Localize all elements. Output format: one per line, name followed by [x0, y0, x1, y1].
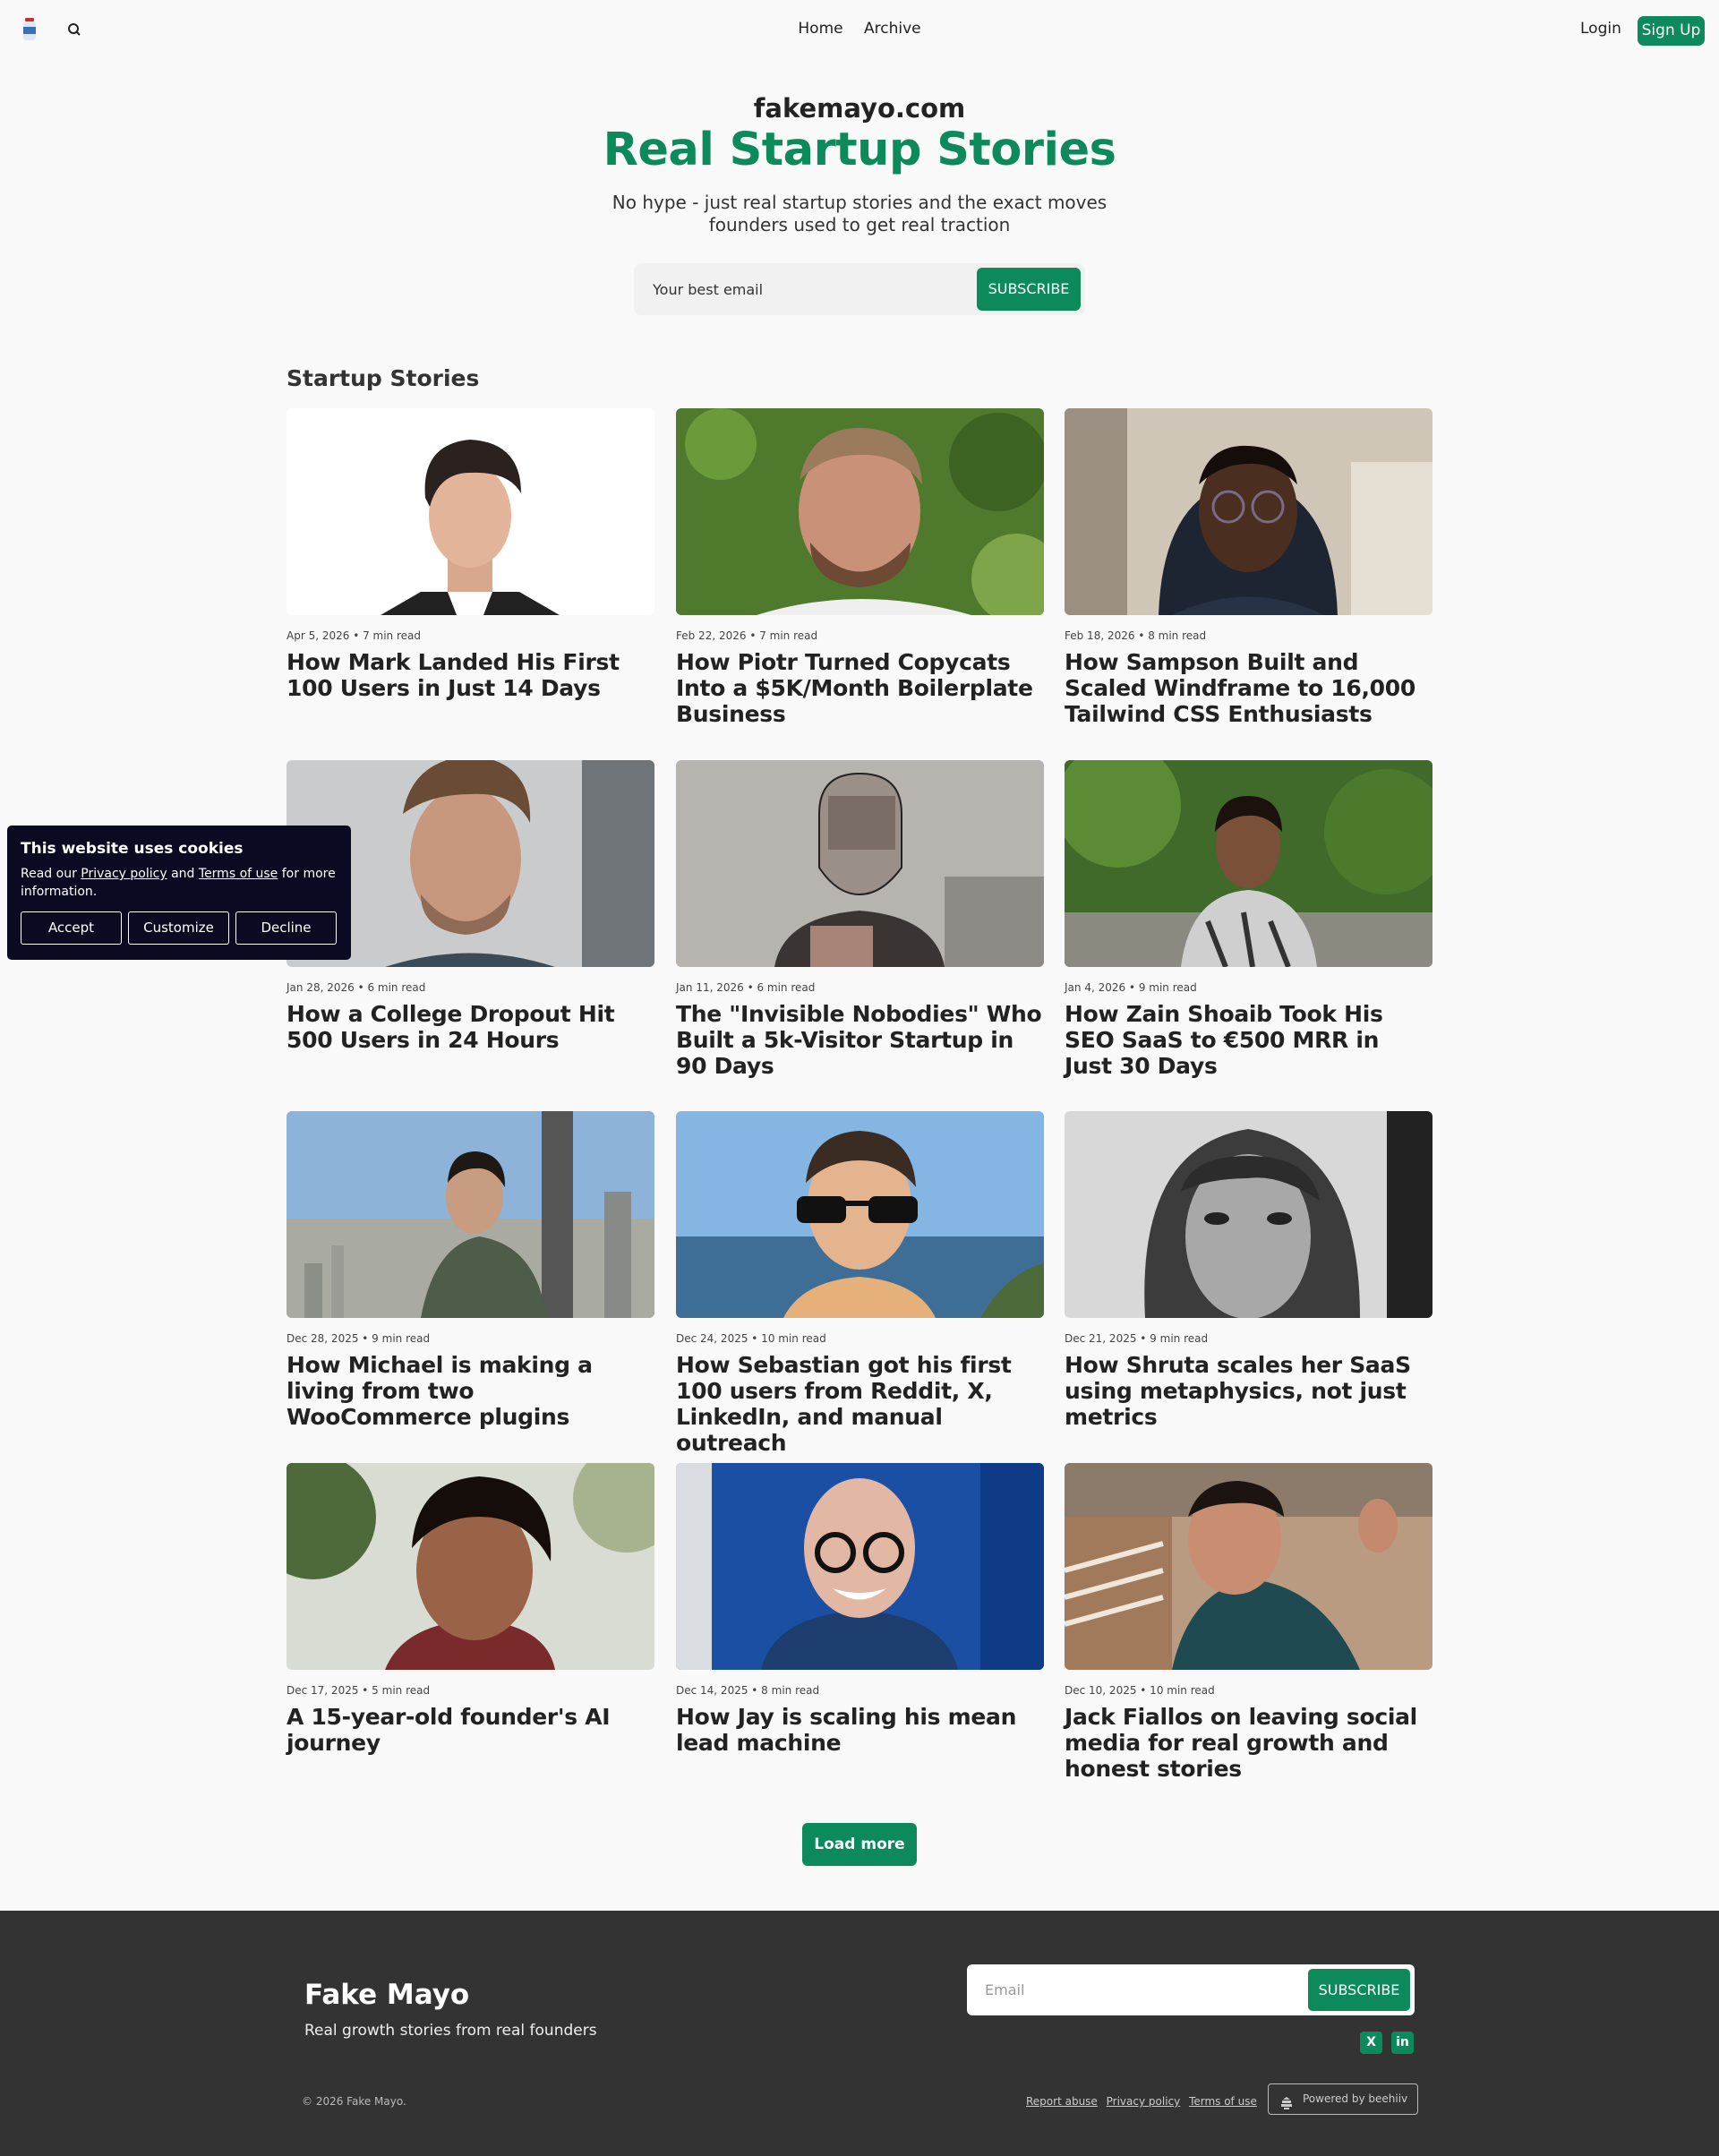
cookie-text-before: Read our — [21, 867, 81, 881]
post-title[interactable]: How Jay is scaling his mean lead machine — [676, 1704, 1044, 1756]
post-meta: Dec 14, 2025 • 8 min read — [676, 1684, 820, 1697]
nav-home-link[interactable]: Home — [798, 20, 842, 38]
post-meta: Jan 4, 2026 • 9 min read — [1065, 981, 1197, 994]
post-meta: Jan 28, 2026 • 6 min read — [286, 981, 426, 994]
load-more-button[interactable]: Load more — [802, 1823, 917, 1866]
post-card[interactable]: Feb 22, 2026 • 7 min read How Piotr Turn… — [676, 408, 1044, 727]
post-thumbnail[interactable] — [676, 1111, 1044, 1318]
footer-copyright: © 2026 Fake Mayo. — [302, 2095, 406, 2108]
cookie-privacy-link[interactable]: Privacy policy — [81, 867, 167, 881]
post-card[interactable]: Jan 11, 2026 • 6 min read The "Invisible… — [676, 760, 1044, 1079]
post-card[interactable]: Dec 28, 2025 • 9 min read How Michael is… — [286, 1111, 654, 1430]
report-abuse-link[interactable]: Report abuse — [1026, 2095, 1098, 2108]
cookie-decline-button[interactable]: Decline — [235, 911, 337, 945]
post-title[interactable]: How a College Dropout Hit 500 Users in 2… — [286, 1001, 654, 1053]
post-title[interactable]: Jack Fiallos on leaving social media for… — [1065, 1704, 1432, 1782]
nav-archive-link[interactable]: Archive — [864, 20, 921, 38]
linkedin-icon[interactable]: in — [1391, 2032, 1414, 2054]
post-title[interactable]: The "Invisible Nobodies" Who Built a 5k-… — [676, 1001, 1044, 1079]
beehiiv-icon — [1279, 2092, 1294, 2109]
cookie-accept-button[interactable]: Accept — [21, 911, 122, 945]
footer-terms-link[interactable]: Terms of use — [1189, 2095, 1257, 2108]
post-thumbnail[interactable] — [676, 408, 1044, 615]
footer-links: Report abuse Privacy policy Terms of use — [1026, 2095, 1262, 2108]
post-thumbnail[interactable] — [676, 760, 1044, 967]
footer-privacy-link[interactable]: Privacy policy — [1107, 2095, 1181, 2108]
subscribe-form: SUBSCRIBE — [634, 263, 1085, 315]
post-thumbnail[interactable] — [286, 408, 654, 615]
post-thumbnail[interactable] — [1065, 760, 1432, 967]
footer-tagline: Real growth stories from real founders — [304, 2022, 597, 2040]
post-meta: Feb 22, 2026 • 7 min read — [676, 629, 818, 642]
hero-subtitle: No hype - just real startup stories and … — [611, 192, 1108, 235]
post-card[interactable]: Dec 10, 2025 • 10 min read Jack Fiallos … — [1065, 1463, 1432, 1782]
site-name: fakemayo.com — [753, 93, 966, 124]
hero-title: Real Startup Stories — [603, 124, 1116, 176]
post-meta: Dec 28, 2025 • 9 min read — [286, 1332, 431, 1345]
footer-email-input[interactable] — [967, 1964, 1298, 2015]
footer-subscribe-button[interactable]: SUBSCRIBE — [1308, 1969, 1410, 2011]
cookie-text-and: and — [167, 867, 199, 881]
cookie-heading: This website uses cookies — [21, 840, 244, 858]
post-thumbnail[interactable] — [286, 1111, 654, 1318]
post-title[interactable]: How Piotr Turned Copycats Into a $5K/Mon… — [676, 649, 1044, 727]
post-title[interactable]: How Zain Shoaib Took His SEO SaaS to €50… — [1065, 1001, 1432, 1079]
x-twitter-icon[interactable]: X — [1360, 2032, 1382, 2054]
email-input[interactable] — [634, 263, 974, 315]
login-link[interactable]: Login — [1580, 20, 1621, 38]
cookie-text: Read our Privacy policy and Terms of use… — [21, 865, 338, 901]
post-thumbnail[interactable] — [676, 1463, 1044, 1670]
footer: Fake Mayo Real growth stories from real … — [0, 1911, 1719, 2156]
post-thumbnail[interactable] — [286, 1463, 654, 1670]
nav-links: Home Archive — [0, 20, 1719, 38]
post-title[interactable]: How Sebastian got his first 100 users fr… — [676, 1352, 1044, 1456]
post-card[interactable]: Dec 21, 2025 • 9 min read How Shruta sca… — [1065, 1111, 1432, 1430]
post-thumbnail[interactable] — [1065, 408, 1432, 615]
post-meta: Jan 11, 2026 • 6 min read — [676, 981, 816, 994]
cookie-banner: This website uses cookies Read our Priva… — [7, 826, 351, 960]
post-meta: Apr 5, 2026 • 7 min read — [286, 629, 421, 642]
post-meta: Dec 24, 2025 • 10 min read — [676, 1332, 826, 1345]
post-card[interactable]: Dec 17, 2025 • 5 min read A 15-year-old … — [286, 1463, 654, 1756]
post-card[interactable]: Jan 4, 2026 • 9 min read How Zain Shoaib… — [1065, 760, 1432, 1079]
section-title: Startup Stories — [286, 365, 480, 391]
post-card[interactable]: Dec 14, 2025 • 8 min read How Jay is sca… — [676, 1463, 1044, 1756]
cookie-buttons: Accept Customize Decline — [21, 911, 343, 945]
signup-button[interactable]: Sign Up — [1638, 16, 1705, 46]
post-title[interactable]: How Michael is making a living from two … — [286, 1352, 654, 1430]
top-nav: Home Archive Login Sign Up — [0, 0, 1719, 59]
post-card[interactable]: Feb 18, 2026 • 8 min read How Sampson Bu… — [1065, 408, 1432, 727]
post-title[interactable]: How Sampson Built and Scaled Windframe t… — [1065, 649, 1432, 727]
post-meta: Feb 18, 2026 • 8 min read — [1065, 629, 1207, 642]
footer-subscribe-form: SUBSCRIBE — [967, 1964, 1415, 2015]
post-meta: Dec 10, 2025 • 10 min read — [1065, 1684, 1215, 1697]
cookie-terms-link[interactable]: Terms of use — [199, 867, 278, 881]
post-meta: Dec 21, 2025 • 9 min read — [1065, 1332, 1209, 1345]
post-thumbnail[interactable] — [1065, 1463, 1432, 1670]
subscribe-button[interactable]: SUBSCRIBE — [977, 268, 1081, 311]
post-title[interactable]: How Shruta scales her SaaS using metaphy… — [1065, 1352, 1432, 1430]
post-title[interactable]: How Mark Landed His First 100 Users in J… — [286, 649, 654, 701]
cookie-customize-button[interactable]: Customize — [128, 911, 229, 945]
post-card[interactable]: Apr 5, 2026 • 7 min read How Mark Landed… — [286, 408, 654, 701]
powered-by-beehiiv-badge[interactable]: Powered by beehiiv — [1268, 2083, 1418, 2115]
post-title[interactable]: A 15-year-old founder's AI journey — [286, 1704, 654, 1756]
footer-brand: Fake Mayo — [304, 1979, 470, 2011]
powered-by-text: Powered by beehiiv — [1303, 2092, 1408, 2105]
post-card[interactable]: Dec 24, 2025 • 10 min read How Sebastian… — [676, 1111, 1044, 1456]
post-thumbnail[interactable] — [1065, 1111, 1432, 1318]
post-meta: Dec 17, 2025 • 5 min read — [286, 1684, 431, 1697]
